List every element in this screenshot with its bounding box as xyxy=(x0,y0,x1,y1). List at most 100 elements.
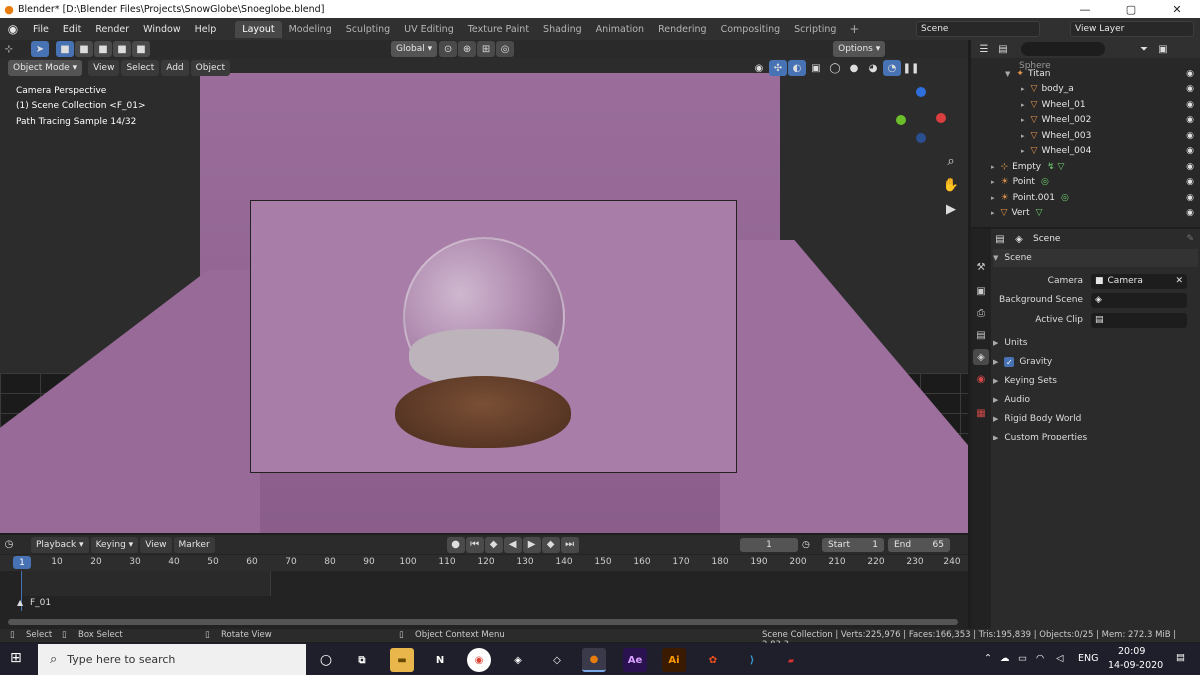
z-axis-icon[interactable] xyxy=(916,87,926,97)
vscode-icon[interactable]: ⟩ xyxy=(740,648,764,672)
maximize-icon[interactable]: ▢ xyxy=(1108,0,1154,18)
file-explorer-icon[interactable]: ▬ xyxy=(390,648,414,672)
snap-target-icon[interactable]: ⊞ xyxy=(477,41,496,57)
menu-render[interactable]: Render xyxy=(88,24,136,35)
properties-editor-icon[interactable]: ▤ xyxy=(991,231,1009,247)
app-icon[interactable]: ▰ xyxy=(779,648,803,672)
gizmo-icon[interactable]: ✣ xyxy=(768,60,787,76)
tool-tab-icon[interactable]: ⚒ xyxy=(973,259,989,275)
pin-icon[interactable]: ✎ xyxy=(1186,234,1194,244)
view-layer-selector[interactable]: View Layer xyxy=(1070,21,1194,37)
chrome-icon[interactable]: ◉ xyxy=(467,648,491,672)
select-tool-icon[interactable]: ➤ xyxy=(31,41,49,57)
gravity-checkbox[interactable]: ✓ xyxy=(1004,357,1015,367)
overlay-icon[interactable]: ◐ xyxy=(787,60,806,76)
select-subtract-icon[interactable]: ■ xyxy=(94,41,112,57)
tab-sculpting[interactable]: Sculpting xyxy=(339,21,397,38)
frame-ruler[interactable]: 10 20 30 40 50 60 70 80 90 100 110 120 1… xyxy=(0,555,968,571)
tab-layout[interactable]: Layout xyxy=(235,20,282,38)
panel-rigid-body-world[interactable]: ▶ Rigid Body World xyxy=(993,410,1198,428)
play-icon[interactable]: ▶ xyxy=(522,536,541,553)
panel-scene-header[interactable]: ▼ Scene xyxy=(993,249,1198,267)
scene-selector[interactable]: Scene xyxy=(916,21,1040,37)
display-mode-icon[interactable]: ▤ xyxy=(994,41,1012,57)
add-workspace-icon[interactable]: + xyxy=(843,22,865,36)
neg-z-axis-icon[interactable] xyxy=(916,133,926,143)
viewport-menu-object[interactable]: Object xyxy=(190,60,230,76)
menu-help[interactable]: Help xyxy=(188,24,224,35)
outliner-row[interactable]: ▸ ☀ Point ◎ ◉ xyxy=(971,174,1200,189)
eye-icon[interactable]: ◉ xyxy=(1186,193,1194,203)
outliner-row[interactable]: ▸ ⊹ Empty ↯ ▽ ◉ xyxy=(971,159,1200,174)
jump-end-icon[interactable]: ⏭ xyxy=(560,536,579,553)
notifications-icon[interactable]: ▤ xyxy=(1176,652,1185,663)
active-clip-field[interactable]: ▤ xyxy=(1091,312,1187,328)
pause-render-icon[interactable]: ❚❚ xyxy=(902,60,920,76)
panel-units[interactable]: ▶ Units xyxy=(993,334,1198,352)
viewport-menu-add[interactable]: Add xyxy=(161,60,189,76)
camera-view-icon[interactable]: ▶ xyxy=(940,198,962,220)
output-tab-icon[interactable]: ⎙ xyxy=(973,305,989,321)
unity-hub-icon[interactable]: ◇ xyxy=(545,648,569,672)
network-icon[interactable]: ◠ xyxy=(1036,653,1044,664)
outliner-row[interactable]: ▸ ▽ Wheel_002 ◉ xyxy=(971,112,1200,127)
world-tab-icon[interactable]: ◉ xyxy=(973,371,989,387)
language-indicator[interactable]: ENG xyxy=(1078,653,1098,664)
task-view-icon[interactable]: ⧉ xyxy=(350,648,374,672)
outliner-editor-icon[interactable]: ☰ xyxy=(975,41,993,57)
render-tab-icon[interactable]: ▣ xyxy=(973,283,989,299)
eye-icon[interactable]: ◉ xyxy=(1186,177,1194,187)
timeline-editor[interactable]: ◷ Playback ▾ Keying ▾ View Marker ● ⏮ ◆ … xyxy=(0,535,968,629)
3d-viewport[interactable]: ⊹ ➤ ■ ■ ■ ■ ■ Global ▾ ⊙ ⊕ ⊞ ◎ Options ▾… xyxy=(0,40,968,533)
object-mode-dropdown[interactable]: Object Mode ▾ xyxy=(8,60,83,76)
notion-icon[interactable]: N xyxy=(428,648,452,672)
unity-icon[interactable]: ◈ xyxy=(506,648,530,672)
zoom-icon[interactable]: ⌕ xyxy=(940,150,962,172)
eye-icon[interactable]: ◉ xyxy=(1186,162,1194,172)
proportional-edit-icon[interactable]: ◎ xyxy=(496,41,515,57)
viewport-menu-view[interactable]: View xyxy=(88,60,120,76)
tab-modeling[interactable]: Modeling xyxy=(282,21,339,38)
texture-tab-icon[interactable]: ▦ xyxy=(973,405,989,421)
play-reverse-icon[interactable]: ◀ xyxy=(503,536,522,553)
illustrator-icon[interactable]: Ai xyxy=(662,648,686,672)
windows-start-icon[interactable]: ⊞ xyxy=(10,650,22,666)
tab-animation[interactable]: Animation xyxy=(589,21,651,38)
filter-icon[interactable]: ⏷ xyxy=(1135,41,1153,57)
menu-file[interactable]: File xyxy=(26,24,56,35)
timeline-menu-playback[interactable]: Playback ▾ xyxy=(31,536,89,553)
camera-field[interactable]: ■ Camera ✕ xyxy=(1091,273,1187,289)
eye-icon[interactable]: ◉ xyxy=(1186,115,1194,125)
outliner-row[interactable]: ▸ ▽ Wheel_003 ◉ xyxy=(971,128,1200,143)
clock-time[interactable]: 20:09 xyxy=(1118,646,1145,657)
wireframe-shading-icon[interactable]: ◯ xyxy=(826,60,844,76)
tab-texture-paint[interactable]: Texture Paint xyxy=(461,21,536,38)
playhead[interactable]: 1 xyxy=(13,556,31,569)
tab-rendering[interactable]: Rendering xyxy=(651,21,714,38)
outliner-row[interactable]: ▸ ▽ Vert ▽ ◉ xyxy=(971,205,1200,220)
solid-shading-icon[interactable]: ● xyxy=(845,60,863,76)
jump-start-icon[interactable]: ⏮ xyxy=(465,536,484,553)
eye-icon[interactable]: ◉ xyxy=(1186,84,1194,94)
scene-tab-icon[interactable]: ◈ xyxy=(973,349,989,365)
navigation-gizmo[interactable] xyxy=(892,85,952,145)
next-keyframe-icon[interactable]: ◆ xyxy=(541,536,560,553)
expand-icon[interactable]: ▼ xyxy=(1005,70,1010,78)
figma-icon[interactable]: ✿ xyxy=(701,648,725,672)
tab-shading[interactable]: Shading xyxy=(536,21,589,38)
xray-icon[interactable]: ▣ xyxy=(807,60,825,76)
current-frame-field[interactable]: 1 xyxy=(740,538,798,552)
outliner-search-input[interactable] xyxy=(1021,42,1105,56)
timeline-menu-keying[interactable]: Keying ▾ xyxy=(90,536,139,553)
cortana-icon[interactable]: ○ xyxy=(314,648,338,672)
marker-icon[interactable]: ▲ xyxy=(17,598,23,607)
select-extend-icon[interactable]: ■ xyxy=(75,41,93,57)
panel-audio[interactable]: ▶ Audio xyxy=(993,391,1198,409)
panel-gravity[interactable]: ▶ ✓ Gravity xyxy=(993,353,1198,371)
timeline-menu-view[interactable]: View xyxy=(140,536,172,553)
panel-keying-sets[interactable]: ▶ Keying Sets xyxy=(993,372,1198,390)
taskbar-search-input[interactable]: ⌕ Type here to search xyxy=(38,644,306,675)
close-icon[interactable]: ✕ xyxy=(1154,0,1200,18)
timeline-menu-marker[interactable]: Marker xyxy=(173,536,215,553)
blender-taskbar-icon[interactable]: ● xyxy=(582,648,606,672)
